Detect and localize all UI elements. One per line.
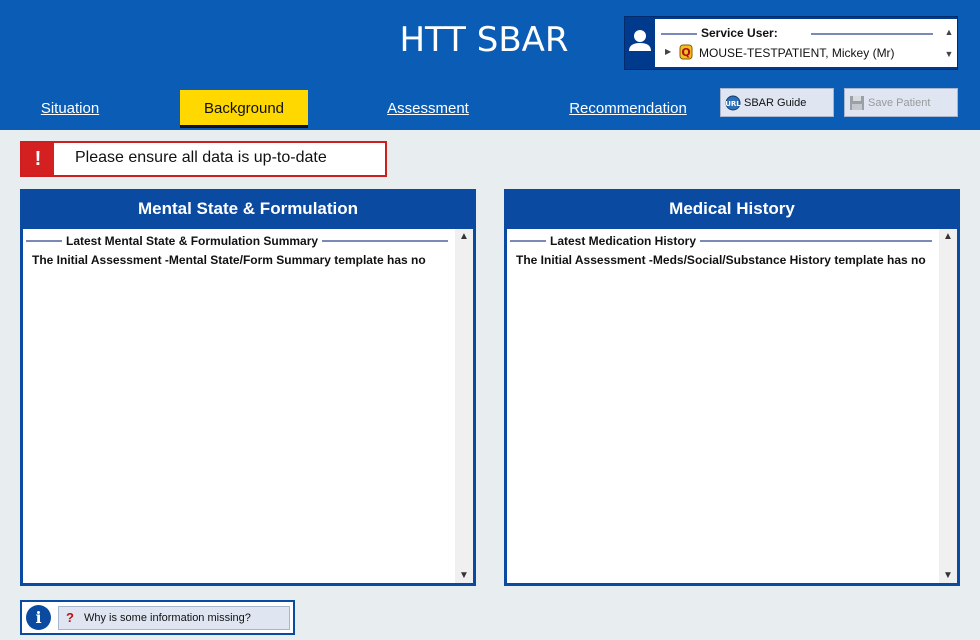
missing-info-help: i ? Why is some information missing? <box>20 600 295 635</box>
chevron-up-icon[interactable]: ▲ <box>455 231 473 242</box>
patient-badge-icon: Q <box>679 44 693 60</box>
tab-situation[interactable]: Situation <box>20 90 120 128</box>
missing-info-label: Why is some information missing? <box>84 612 251 624</box>
medical-history-text: The Initial Assessment -Meds/Social/Subs… <box>516 253 926 267</box>
chevron-up-icon[interactable]: ▲ <box>939 231 957 242</box>
question-mark-icon: ? <box>66 610 74 625</box>
service-user-label: Service User: <box>697 26 782 40</box>
medical-history-legend-label: Latest Medication History <box>546 234 701 248</box>
expand-triangle-icon[interactable]: ▶ <box>665 47 671 56</box>
info-icon: i <box>26 605 51 630</box>
svg-text:Q: Q <box>681 46 690 59</box>
svg-text:URL: URL <box>725 100 741 108</box>
floppy-disk-icon <box>849 95 865 111</box>
medical-history-scrollbar[interactable]: ▲ ▼ <box>939 229 957 583</box>
sbar-guide-button[interactable]: URL SBAR Guide <box>720 88 834 117</box>
chevron-down-icon[interactable]: ▼ <box>939 570 957 581</box>
medical-history-content: Latest Medication History The Initial As… <box>507 229 957 583</box>
medical-history-title: Medical History <box>669 199 795 218</box>
service-user-panel: Service User: ▶ Q MOUSE-TESTPATIENT, Mic… <box>624 16 958 70</box>
service-user-field[interactable]: Service User: ▶ Q MOUSE-TESTPATIENT, Mic… <box>655 19 957 67</box>
service-user-name: MOUSE-TESTPATIENT, Mickey (Mr) <box>699 46 895 60</box>
missing-info-button[interactable]: ? Why is some information missing? <box>58 606 290 630</box>
chevron-down-icon[interactable]: ▼ <box>455 570 473 581</box>
mental-state-legend-label: Latest Mental State & Formulation Summar… <box>62 234 323 248</box>
url-globe-icon: URL <box>725 95 741 111</box>
sbar-guide-label: SBAR Guide <box>744 97 807 109</box>
tab-assessment[interactable]: Assessment <box>378 90 478 128</box>
save-patient-label: Save Patient <box>868 97 931 109</box>
save-patient-button[interactable]: Save Patient <box>844 88 958 117</box>
mental-state-content: Latest Mental State & Formulation Summar… <box>23 229 473 583</box>
medical-history-legend: Latest Medication History <box>510 234 932 249</box>
exclamation-icon: ! <box>22 143 54 175</box>
mental-state-scrollbar[interactable]: ▲ ▼ <box>455 229 473 583</box>
mental-state-legend: Latest Mental State & Formulation Summar… <box>26 234 448 249</box>
mental-state-title: Mental State & Formulation <box>137 199 359 218</box>
person-icon <box>625 17 655 69</box>
tab-recommendation[interactable]: Recommendation <box>560 90 696 128</box>
chevron-down-icon[interactable]: ▼ <box>943 43 955 65</box>
medical-history-panel: Medical History Latest Medication Histor… <box>504 189 960 586</box>
service-user-legend: Service User: <box>661 26 933 40</box>
data-warning-banner: ! Please ensure all data is up-to-date <box>20 141 387 177</box>
tab-background[interactable]: Background <box>180 90 308 128</box>
mental-state-text: The Initial Assessment -Mental State/For… <box>32 253 426 267</box>
warning-message: Please ensure all data is up-to-date <box>75 149 327 166</box>
chevron-up-icon[interactable]: ▲ <box>943 21 955 43</box>
mental-state-panel: Mental State & Formulation Latest Mental… <box>20 189 476 586</box>
service-user-scrollbar[interactable]: ▲ ▼ <box>943 21 955 65</box>
